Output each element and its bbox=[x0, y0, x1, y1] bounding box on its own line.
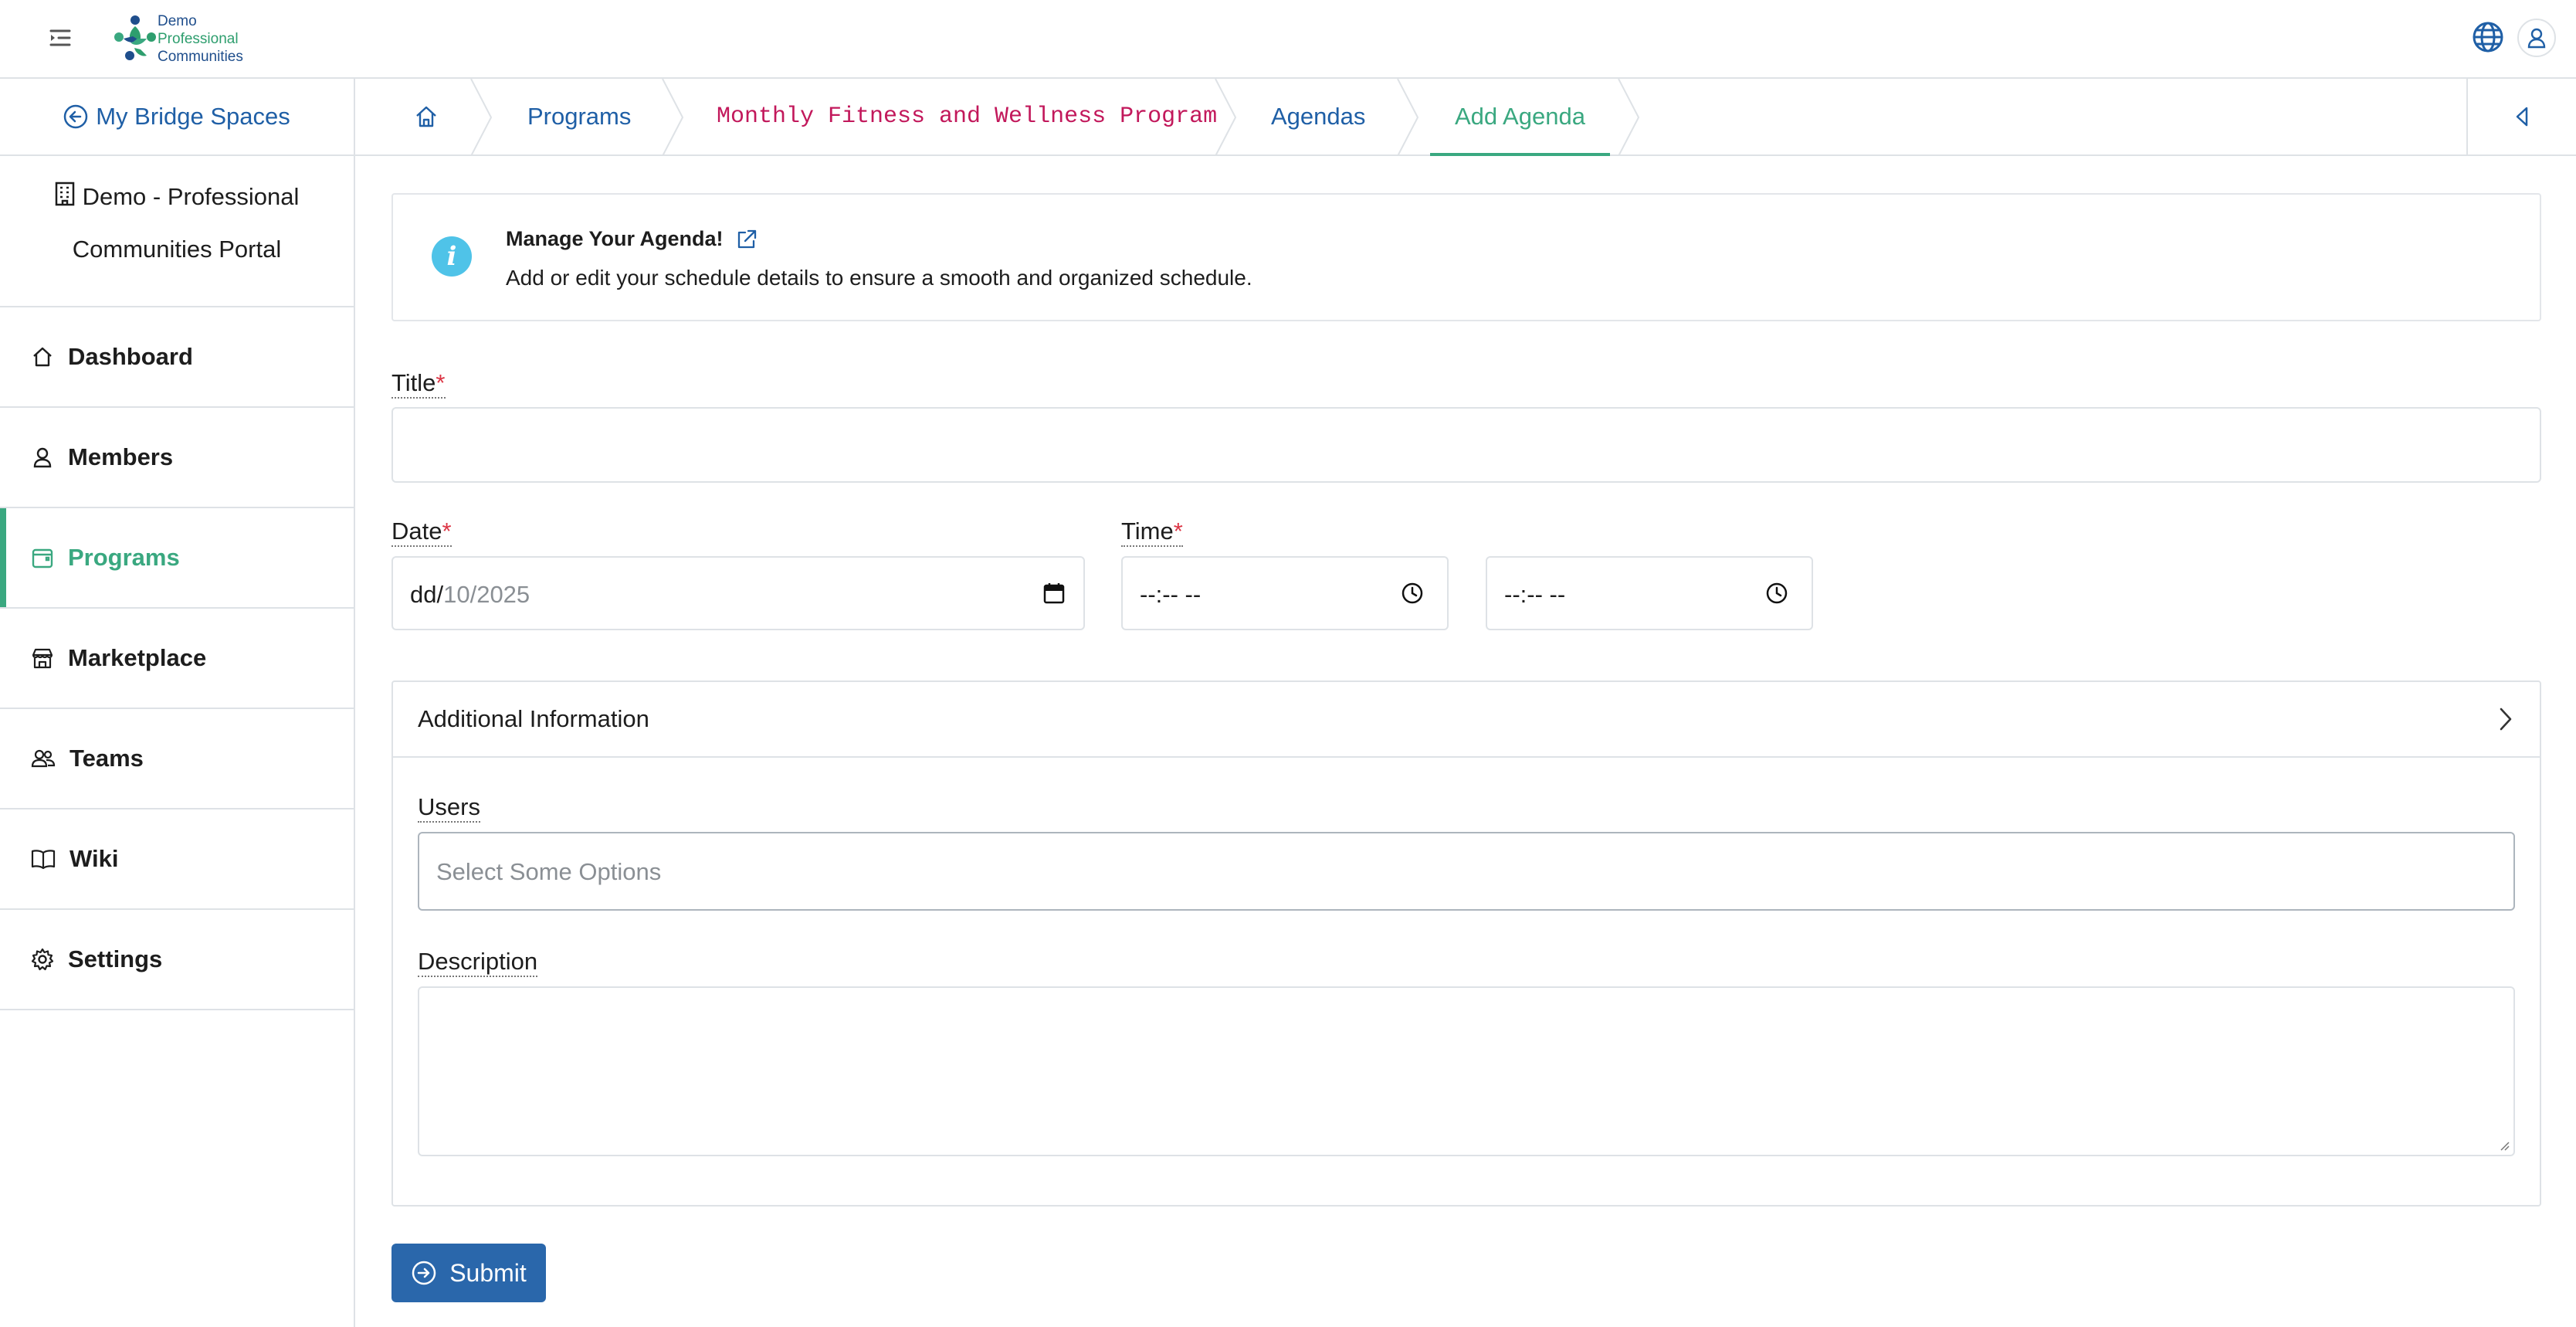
breadcrumb-add-agenda: Add Agenda bbox=[1430, 79, 1610, 156]
collapse-panel-button[interactable] bbox=[2466, 79, 2576, 154]
breadcrumb-program-name[interactable]: Monthly Fitness and Wellness Program bbox=[717, 79, 1217, 154]
info-description: Add or edit your schedule details to ens… bbox=[506, 266, 1252, 290]
breadcrumb-separator bbox=[1618, 79, 1640, 156]
title-input[interactable] bbox=[391, 407, 2541, 483]
breadcrumb-agendas[interactable]: Agendas bbox=[1271, 79, 1365, 154]
sidebar-item-programs[interactable]: Programs bbox=[0, 508, 354, 609]
breadcrumb-home[interactable] bbox=[414, 79, 439, 154]
sidebar-item-label: Teams bbox=[69, 745, 144, 772]
home-icon bbox=[33, 347, 52, 367]
org-name-line1: Demo - Professional bbox=[82, 183, 300, 210]
date-input[interactable]: dd/10/2025 bbox=[391, 556, 1085, 630]
calendar-icon bbox=[32, 548, 53, 568]
additional-information-toggle[interactable]: Additional Information bbox=[393, 682, 2540, 758]
book-icon bbox=[31, 850, 56, 870]
submit-button[interactable]: Submit bbox=[391, 1244, 546, 1302]
sidebar-item-settings[interactable]: Settings bbox=[0, 910, 354, 1010]
additional-information-panel: Additional Information Users Select Some… bbox=[391, 680, 2541, 1207]
globe-icon[interactable] bbox=[2471, 20, 2505, 54]
organization-name: Demo - Professional Communities Portal bbox=[0, 156, 354, 307]
users-select[interactable]: Select Some Options bbox=[418, 832, 2515, 911]
user-icon bbox=[2527, 28, 2546, 49]
users-label: Users bbox=[418, 793, 480, 823]
sidebar-item-teams[interactable]: Teams bbox=[0, 709, 354, 809]
brand-logo-text: Demo Professional Communities bbox=[158, 13, 243, 65]
info-icon: i bbox=[432, 236, 472, 277]
submit-button-label: Submit bbox=[449, 1258, 527, 1287]
users-select-placeholder: Select Some Options bbox=[436, 858, 662, 885]
breadcrumb-separator bbox=[1397, 79, 1419, 156]
home-icon bbox=[416, 106, 436, 127]
chevron-right-icon bbox=[2500, 708, 2512, 731]
arrow-right-circle-icon bbox=[412, 1261, 436, 1285]
resize-handle-icon[interactable] bbox=[2498, 1139, 2510, 1152]
end-time-value: --:-- -- bbox=[1504, 581, 1566, 608]
info-title: Manage Your Agenda! bbox=[506, 227, 758, 251]
sidebar-item-label: Members bbox=[68, 443, 174, 470]
back-circle-icon bbox=[63, 104, 88, 129]
additional-information-label: Additional Information bbox=[418, 705, 649, 732]
description-label: Description bbox=[418, 948, 538, 977]
back-link-label: My Bridge Spaces bbox=[96, 103, 290, 130]
sidebar-item-label: Settings bbox=[68, 945, 163, 972]
user-icon bbox=[33, 447, 52, 468]
sidebar-item-label: Programs bbox=[68, 544, 180, 571]
people-icon bbox=[31, 749, 56, 768]
info-title-text: Manage Your Agenda! bbox=[506, 227, 724, 250]
org-name-line2: Communities Portal bbox=[72, 235, 282, 263]
clock-icon[interactable] bbox=[1401, 582, 1424, 605]
breadcrumb: Programs Monthly Fitness and Wellness Pr… bbox=[355, 79, 2576, 156]
sidebar-nav: Dashboard Members Programs Marketplace T… bbox=[0, 307, 354, 1010]
info-callout: i Manage Your Agenda! Add or edit your s… bbox=[391, 193, 2541, 321]
sidebar: My Bridge Spaces Demo - Professional Com… bbox=[0, 79, 355, 1327]
calendar-picker-icon[interactable] bbox=[1042, 581, 1066, 606]
title-label: Title* bbox=[391, 369, 446, 399]
sidebar-item-label: Dashboard bbox=[68, 343, 193, 370]
date-input-value: dd/10/2025 bbox=[410, 581, 530, 608]
user-avatar-button[interactable] bbox=[2517, 19, 2556, 57]
time-label: Time* bbox=[1121, 518, 1183, 547]
sidebar-item-wiki[interactable]: Wiki bbox=[0, 809, 354, 910]
my-bridge-spaces-link[interactable]: My Bridge Spaces bbox=[0, 79, 354, 156]
breadcrumb-separator bbox=[470, 79, 493, 156]
sidebar-item-marketplace[interactable]: Marketplace bbox=[0, 609, 354, 709]
end-time-input[interactable]: --:-- -- bbox=[1486, 556, 1813, 630]
top-header: Demo Professional Communities bbox=[0, 0, 2576, 79]
sidebar-item-members[interactable]: Members bbox=[0, 408, 354, 508]
building-icon bbox=[55, 173, 75, 224]
date-label: Date* bbox=[391, 518, 452, 547]
sidebar-item-label: Wiki bbox=[69, 845, 119, 872]
sidebar-item-label: Marketplace bbox=[68, 644, 207, 671]
sidebar-item-dashboard[interactable]: Dashboard bbox=[0, 307, 354, 408]
store-icon bbox=[32, 648, 53, 669]
breadcrumb-programs[interactable]: Programs bbox=[527, 79, 631, 154]
external-link-icon[interactable] bbox=[736, 229, 758, 250]
start-time-input[interactable]: --:-- -- bbox=[1121, 556, 1449, 630]
caret-left-icon bbox=[2516, 107, 2528, 127]
clock-icon[interactable] bbox=[1765, 582, 1788, 605]
breadcrumb-separator bbox=[662, 79, 684, 156]
start-time-value: --:-- -- bbox=[1140, 581, 1202, 608]
gear-icon bbox=[31, 948, 54, 971]
breadcrumb-separator bbox=[1215, 79, 1237, 156]
menu-collapse-icon[interactable] bbox=[48, 26, 74, 49]
description-textarea[interactable] bbox=[418, 986, 2515, 1156]
